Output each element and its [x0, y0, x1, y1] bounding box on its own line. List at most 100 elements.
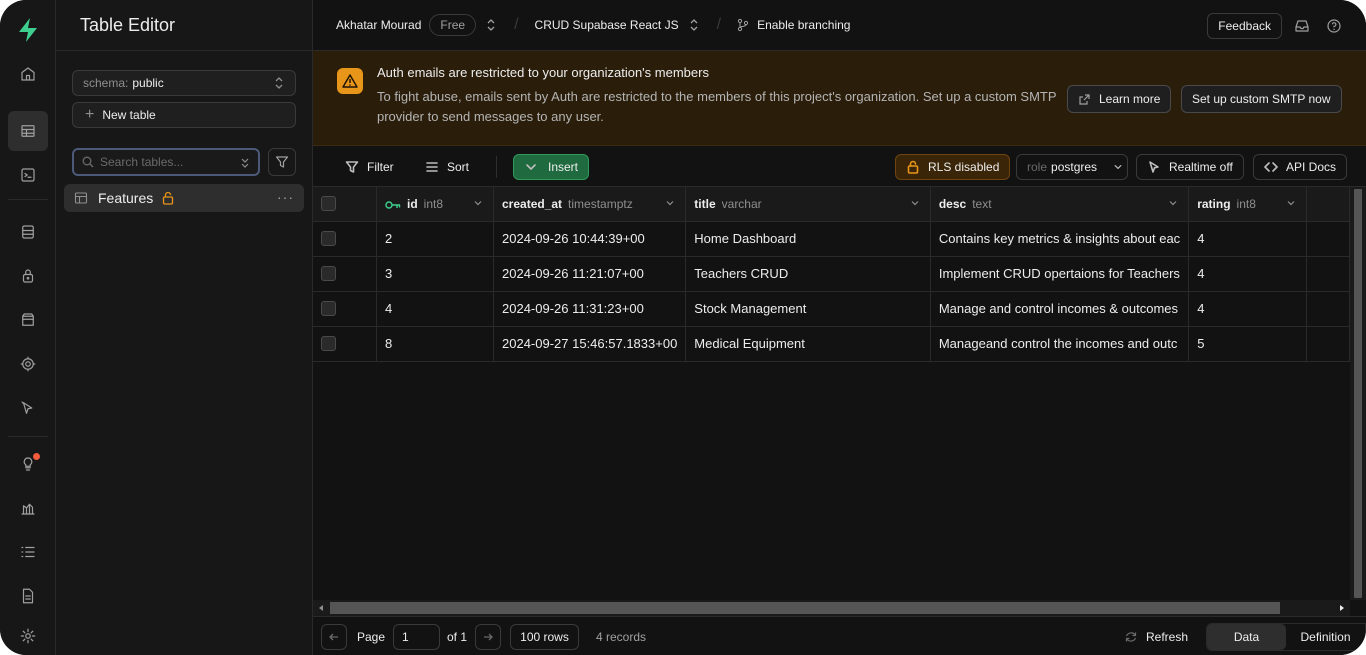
- next-page-button[interactable]: [475, 624, 501, 650]
- cell-id[interactable]: 2: [376, 221, 495, 257]
- advisors-lightbulb-icon[interactable]: [8, 444, 48, 484]
- row-checkbox[interactable]: [321, 301, 336, 316]
- cell-rating[interactable]: 4: [1188, 256, 1308, 292]
- realtime-icon[interactable]: [8, 388, 48, 428]
- chevron-updown-icon: [275, 77, 283, 89]
- cell-title[interactable]: Medical Equipment: [685, 326, 931, 362]
- chevron-down-icon[interactable]: [1286, 198, 1296, 208]
- chevron-down-icon[interactable]: [1168, 198, 1178, 208]
- reports-icon[interactable]: [8, 488, 48, 528]
- insert-button[interactable]: Insert: [513, 154, 590, 180]
- chevron-down-icon[interactable]: [665, 198, 675, 208]
- column-header-created-at[interactable]: created_at timestamptz: [493, 187, 687, 222]
- learn-more-label: Learn more: [1099, 92, 1161, 106]
- search-tables-field[interactable]: [72, 148, 260, 176]
- auth-lock-icon[interactable]: [8, 256, 48, 296]
- help-icon[interactable]: [1326, 18, 1342, 34]
- edge-functions-icon[interactable]: [8, 344, 48, 384]
- schema-selector[interactable]: schema: public: [72, 70, 296, 96]
- cell-created-at[interactable]: 2024-09-27 15:46:57.1833+00: [493, 326, 687, 362]
- project-name[interactable]: CRUD Supabase React JS: [535, 18, 679, 32]
- refresh-label: Refresh: [1146, 630, 1189, 644]
- table-list-item-features[interactable]: Features ···: [64, 184, 304, 212]
- search-tables-input[interactable]: [100, 155, 230, 169]
- scroll-right-icon[interactable]: [1338, 600, 1346, 616]
- cell-desc[interactable]: Contains key metrics & insights about ea…: [930, 221, 1190, 257]
- cell-title[interactable]: Home Dashboard: [685, 221, 931, 257]
- page-input[interactable]: 1: [393, 624, 440, 650]
- header-row: id int8 created_at timestamptz title varcha…: [313, 187, 1350, 222]
- record-count: 4 records: [596, 630, 647, 644]
- cell-title[interactable]: Teachers CRUD: [685, 256, 931, 292]
- rls-disabled-button[interactable]: RLS disabled: [895, 154, 1011, 180]
- table-icon: [74, 192, 88, 204]
- row-checkbox[interactable]: [321, 336, 336, 351]
- collapse-chevrons-icon[interactable]: [240, 157, 250, 169]
- notification-dot: [33, 453, 40, 460]
- filter-tables-button[interactable]: [268, 148, 296, 176]
- table-row[interactable]: 3 2024-09-26 11:21:07+00 Teachers CRUD I…: [313, 256, 1350, 292]
- scroll-left-icon[interactable]: [317, 600, 325, 616]
- select-all-checkbox[interactable]: [321, 196, 336, 212]
- cell-rating[interactable]: 5: [1188, 326, 1308, 362]
- rows-per-page-selector[interactable]: 100 rows: [510, 624, 579, 650]
- vertical-scrollbar[interactable]: [1350, 187, 1366, 600]
- chevron-updown-icon[interactable]: [689, 18, 699, 32]
- filter-button[interactable]: Filter: [335, 154, 404, 180]
- cell-rating[interactable]: 4: [1188, 291, 1308, 327]
- cell-created-at[interactable]: 2024-09-26 11:21:07+00: [493, 256, 687, 292]
- refresh-button[interactable]: Refresh: [1124, 630, 1188, 644]
- more-options-icon[interactable]: ···: [277, 189, 294, 205]
- database-icon[interactable]: [8, 212, 48, 252]
- row-checkbox[interactable]: [321, 231, 336, 246]
- cell-rating[interactable]: 4: [1188, 221, 1308, 257]
- docs-file-icon[interactable]: [8, 576, 48, 616]
- table-row[interactable]: 8 2024-09-27 15:46:57.1833+00 Medical Eq…: [313, 326, 1350, 362]
- column-header-id[interactable]: id int8: [376, 187, 495, 222]
- chevron-updown-icon[interactable]: [486, 18, 496, 32]
- row-checkbox[interactable]: [321, 266, 336, 281]
- role-selector[interactable]: role postgres: [1016, 154, 1128, 180]
- column-header-rating[interactable]: rating int8: [1188, 187, 1308, 222]
- table-editor-icon[interactable]: [8, 111, 48, 151]
- enable-branching-button[interactable]: Enable branching: [757, 18, 850, 32]
- storage-icon[interactable]: [8, 300, 48, 340]
- org-name[interactable]: Akhatar Mourad: [336, 18, 421, 32]
- data-tab[interactable]: Data: [1207, 624, 1286, 650]
- table-row[interactable]: 4 2024-09-26 11:31:23+00 Stock Managemen…: [313, 291, 1350, 327]
- settings-gear-icon[interactable]: [8, 616, 48, 655]
- horizontal-scrollbar[interactable]: [313, 600, 1350, 616]
- cell-desc[interactable]: Manageand control the incomes and outc: [930, 326, 1190, 362]
- cell-title[interactable]: Stock Management: [685, 291, 931, 327]
- add-column-header[interactable]: [1306, 187, 1350, 222]
- cell-desc[interactable]: Manage and control incomes & outcomes: [930, 291, 1190, 327]
- cell-created-at[interactable]: 2024-09-26 10:44:39+00: [493, 221, 687, 257]
- column-header-desc[interactable]: desc text: [930, 187, 1190, 222]
- chevron-down-icon[interactable]: [473, 198, 483, 208]
- logs-icon[interactable]: [8, 532, 48, 572]
- api-docs-button[interactable]: API Docs: [1253, 154, 1348, 180]
- new-table-button[interactable]: + New table: [72, 102, 296, 128]
- feedback-button[interactable]: Feedback: [1207, 13, 1282, 39]
- cell-id[interactable]: 8: [376, 326, 495, 362]
- supabase-logo-icon[interactable]: [14, 16, 42, 44]
- sql-editor-icon[interactable]: [8, 155, 48, 195]
- inbox-icon[interactable]: [1294, 18, 1310, 34]
- previous-page-button[interactable]: [321, 624, 347, 650]
- setup-smtp-button[interactable]: Set up custom SMTP now: [1181, 85, 1342, 113]
- sort-label: Sort: [447, 160, 470, 174]
- chevron-down-icon[interactable]: [910, 198, 920, 208]
- cell-id[interactable]: 4: [376, 291, 495, 327]
- column-header-title[interactable]: title varchar: [685, 187, 931, 222]
- home-icon[interactable]: [8, 54, 48, 94]
- definition-tab[interactable]: Definition: [1286, 624, 1365, 650]
- table-row[interactable]: 2 2024-09-26 10:44:39+00 Home Dashboard …: [313, 221, 1350, 257]
- search-icon: [82, 156, 94, 168]
- realtime-toggle-button[interactable]: Realtime off: [1136, 154, 1244, 180]
- cell-created-at[interactable]: 2024-09-26 11:31:23+00: [493, 291, 687, 327]
- cell-id[interactable]: 3: [376, 256, 495, 292]
- plan-badge: Free: [429, 14, 477, 36]
- cell-desc[interactable]: Implement CRUD opertaions for Teachers: [930, 256, 1190, 292]
- sort-button[interactable]: Sort: [415, 154, 479, 180]
- learn-more-button[interactable]: Learn more: [1067, 85, 1172, 113]
